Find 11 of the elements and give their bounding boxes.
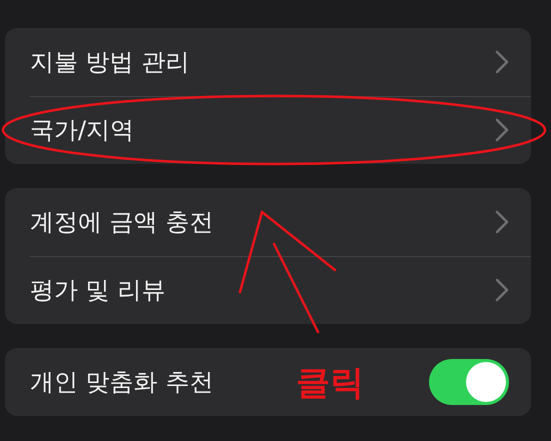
row-label[interactable]: 개인 맞춤화 추천 (30, 366, 214, 398)
chevron-icon (495, 50, 509, 74)
row-label[interactable]: 계정에 금액 충전 (30, 206, 214, 238)
chevron-icon (495, 118, 509, 142)
chevron-icon (495, 210, 509, 234)
row-label[interactable]: 국가/지역 (30, 114, 134, 146)
row-label[interactable]: 평가 및 리뷰 (30, 274, 166, 306)
toggle-switch[interactable] (429, 359, 509, 405)
row-label[interactable]: 지불 방법 관리 (30, 46, 190, 78)
chevron-icon (495, 278, 509, 302)
annotation-text: 클릭 (296, 362, 364, 405)
